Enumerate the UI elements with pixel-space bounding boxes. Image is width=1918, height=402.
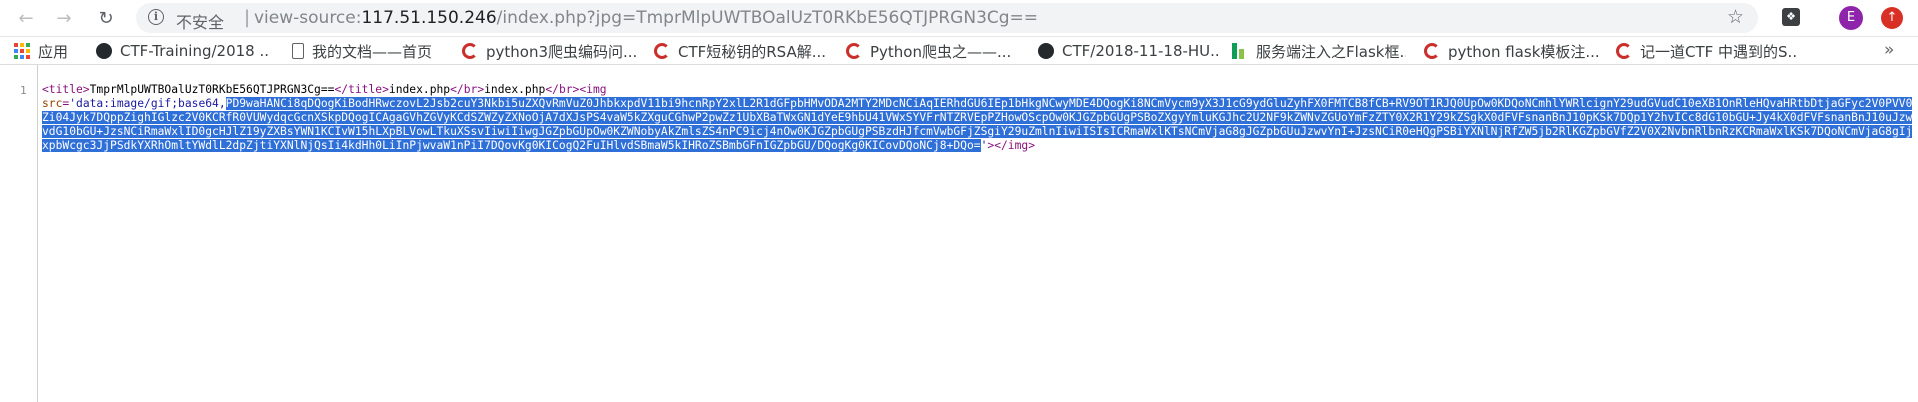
bookmark-label: 我的文档——首页	[312, 42, 433, 61]
bookmarks-bar: 应用 CTF-Training/2018 ... 我的文档——首页 python…	[0, 37, 1918, 65]
selected-base64-text[interactable]: PD9waHANCi8qDQogKiBodHRwczovL2Jsb2cuY3Nk…	[42, 97, 1913, 152]
url-scheme: view-source:	[254, 8, 362, 28]
csdn-icon	[1424, 43, 1440, 59]
profile-avatar[interactable]: E	[1839, 6, 1863, 30]
source-view: 1 <title>TmprMlpUWTBOalUzT0RKbE56QTJPRGN…	[0, 65, 1918, 402]
bookmark-label: CTF/2018-11-18-HU...	[1062, 42, 1218, 60]
bookmark-item[interactable]: CTF/2018-11-18-HU...	[1038, 41, 1218, 61]
arrow-left-icon: ←	[18, 7, 34, 29]
bookmark-item[interactable]: python flask模板注...	[1424, 41, 1600, 61]
bookmark-item[interactable]: 记一道CTF 中遇到的S...	[1616, 41, 1796, 61]
reload-icon: ↻	[98, 7, 114, 29]
csdn-icon	[462, 43, 478, 59]
csdn-icon	[1616, 43, 1632, 59]
csdn-icon	[846, 43, 862, 59]
output-text: index.php	[484, 83, 546, 96]
forward-button[interactable]: →	[52, 6, 76, 30]
br-close-tag: </br>	[450, 83, 485, 96]
apps-icon	[14, 43, 30, 59]
bookmark-label: CTF短秘钥的RSA解...	[678, 42, 827, 61]
br-close-tag: </br>	[545, 83, 580, 96]
output-text: index.php	[388, 83, 451, 96]
bookmark-apps[interactable]: 应用	[14, 41, 68, 61]
bookmark-label: 服务端注入之Flask框...	[1256, 42, 1406, 61]
security-label[interactable]: 不安全	[176, 9, 224, 33]
browser-toolbar: ← → ↻ i 不安全 | view-source:117.51.150.246…	[0, 0, 1918, 37]
img-open-tag: <img	[579, 83, 607, 96]
arrow-right-icon: →	[56, 7, 72, 29]
update-icon[interactable]: ↑	[1881, 7, 1903, 29]
bookmark-label: Python爬虫之——...	[870, 42, 1012, 61]
bookmark-label: 记一道CTF 中遇到的S...	[1640, 42, 1796, 61]
img-close-tag: ></img>	[987, 139, 1036, 152]
bookmark-label: CTF-Training/2018 ...	[120, 42, 268, 60]
info-icon[interactable]: i	[148, 9, 164, 25]
csdn-icon	[654, 43, 670, 59]
url-path: /index.php?jpg=TmprMlpUWTBOalUzT0RKbE56Q…	[496, 8, 1039, 28]
title-text: TmprMlpUWTBOalUzT0RKbE56QTJPRGN3Cg==	[89, 83, 335, 96]
title-close-tag: </title>	[334, 83, 389, 96]
address-bar[interactable]: i 不安全 | view-source:117.51.150.246/index…	[136, 3, 1758, 33]
github-icon	[1038, 43, 1054, 59]
bookmark-item[interactable]: 服务端注入之Flask框...	[1232, 41, 1406, 61]
url-host: 117.51.150.246	[361, 8, 497, 28]
src-attribute-name: src	[42, 97, 63, 110]
sheet-icon	[1232, 43, 1248, 59]
source-code: <title>TmprMlpUWTBOalUzT0RKbE56QTJPRGN3C…	[42, 83, 1913, 152]
bookmark-item[interactable]: python3爬虫编码问...	[462, 41, 636, 61]
line-number: 1	[20, 84, 27, 97]
document-icon	[292, 43, 304, 59]
bookmark-label: python3爬虫编码问...	[486, 42, 636, 61]
line-number-gutter	[0, 65, 38, 402]
bookmark-item[interactable]: 我的文档——首页	[290, 41, 450, 61]
bookmark-label: 应用	[38, 42, 69, 61]
title-open-tag: <title>	[42, 83, 90, 96]
bookmark-item[interactable]: CTF-Training/2018 ...	[96, 41, 268, 61]
extension-icon[interactable]: ❖	[1782, 8, 1800, 26]
src-attribute-prefix[interactable]: 'data:image/gif;base64,	[69, 97, 225, 110]
back-button[interactable]: ←	[14, 6, 38, 30]
github-icon	[96, 43, 112, 59]
bookmark-item[interactable]: Python爬虫之——...	[846, 41, 1022, 61]
bookmark-item[interactable]: CTF短秘钥的RSA解...	[654, 41, 830, 61]
url-text[interactable]: view-source:117.51.150.246/index.php?jpg…	[254, 8, 1038, 28]
bookmark-label: python flask模板注...	[1448, 42, 1600, 61]
bookmarks-overflow-button[interactable]: »	[1884, 40, 1894, 60]
reload-button[interactable]: ↻	[94, 6, 118, 30]
bookmark-star-icon[interactable]: ☆	[1727, 6, 1744, 28]
separator: |	[244, 7, 251, 28]
